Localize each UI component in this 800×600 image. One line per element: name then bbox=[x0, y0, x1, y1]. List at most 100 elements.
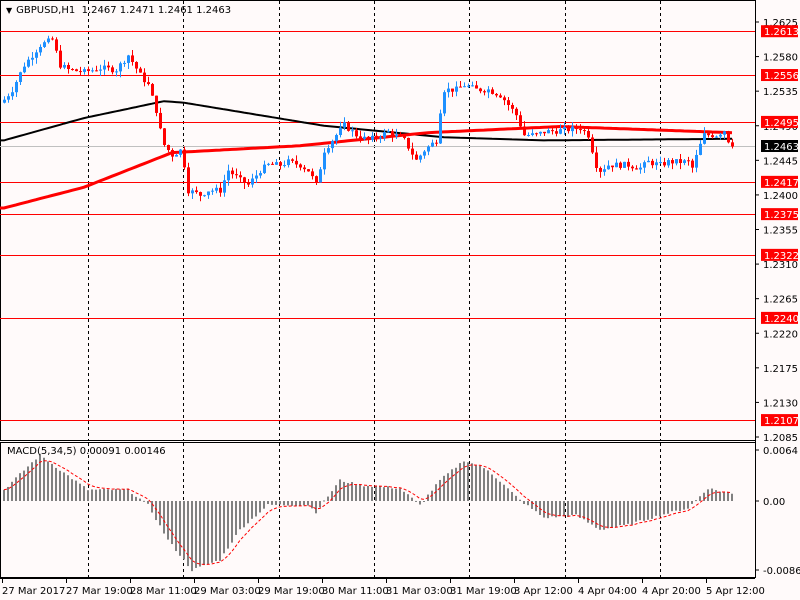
candle-bull bbox=[719, 134, 722, 137]
macd-histogram-bar bbox=[115, 488, 117, 501]
time-tick-label: 27 Mar 19:00 bbox=[66, 586, 133, 597]
symbol-label: GBPUSD,H1 bbox=[16, 5, 76, 16]
macd-histogram-bar bbox=[235, 501, 237, 535]
time-tick-label: 4 Apr 04:00 bbox=[578, 586, 637, 597]
price-tick-label: 1.2400 bbox=[763, 191, 798, 202]
ohlc-values: 1.2467 1.2471 1.2461 1.2463 bbox=[81, 5, 232, 16]
macd-histogram-bar bbox=[75, 480, 77, 501]
macd-histogram-bar bbox=[635, 501, 637, 522]
candle-bull bbox=[287, 159, 290, 166]
price-level-label: 1.2417 bbox=[764, 178, 799, 189]
candle-bear bbox=[79, 71, 82, 73]
macd-histogram-bar bbox=[439, 479, 441, 501]
candle-bear bbox=[635, 168, 638, 170]
candle-bear bbox=[171, 150, 174, 157]
macd-histogram-bar bbox=[515, 495, 517, 501]
macd-histogram-bar bbox=[559, 501, 561, 517]
macd-histogram-bar bbox=[223, 501, 225, 554]
candle-bear bbox=[491, 89, 494, 94]
macd-histogram-bar bbox=[163, 501, 165, 534]
macd-histogram-bar bbox=[131, 494, 133, 501]
macd-histogram-bar bbox=[503, 484, 505, 501]
macd-values: 0.00091 0.00146 bbox=[79, 446, 166, 457]
macd-histogram-bar bbox=[275, 501, 277, 505]
candle-bull bbox=[23, 66, 26, 73]
macd-histogram-bar bbox=[127, 488, 129, 501]
candle-bear bbox=[503, 97, 506, 101]
candle-bear bbox=[159, 112, 162, 129]
macd-histogram-bar bbox=[283, 501, 285, 506]
chart-canvas: 1.26251.25801.25351.24901.24451.24001.23… bbox=[0, 0, 800, 597]
macd-histogram-bar bbox=[699, 496, 701, 501]
macd-histogram-bar bbox=[107, 489, 109, 501]
price-tick-label: 1.2175 bbox=[763, 364, 798, 375]
macd-histogram-bar bbox=[719, 491, 721, 501]
candle-bull bbox=[47, 38, 50, 43]
macd-histogram-bar bbox=[391, 488, 393, 501]
candle-bear bbox=[307, 169, 310, 172]
candle-bear bbox=[107, 65, 110, 68]
candle-bull bbox=[379, 137, 382, 139]
macd-histogram-bar bbox=[207, 501, 209, 565]
macd-histogram-bar bbox=[579, 501, 581, 518]
candle-bull bbox=[227, 170, 230, 181]
macd-histogram-bar bbox=[647, 501, 649, 520]
candle-bear bbox=[403, 136, 406, 138]
candle-bull bbox=[119, 63, 122, 72]
macd-histogram-bar bbox=[411, 497, 413, 501]
triangle-down-icon[interactable]: ▼ bbox=[6, 6, 12, 15]
candle-bull bbox=[7, 96, 10, 100]
macd-histogram-bar bbox=[67, 475, 69, 501]
candle-bull bbox=[443, 92, 446, 114]
candle-bear bbox=[187, 167, 190, 194]
candle-bull bbox=[371, 135, 374, 140]
macd-histogram-bar bbox=[491, 474, 493, 501]
candle-bear bbox=[75, 69, 78, 72]
macd-histogram-bar bbox=[451, 469, 453, 501]
candle-bull bbox=[39, 46, 42, 53]
candle-bull bbox=[259, 173, 262, 176]
macd-histogram-bar bbox=[347, 483, 349, 501]
macd-histogram-bar bbox=[119, 489, 121, 501]
candle-bear bbox=[271, 163, 274, 165]
macd-histogram-bar bbox=[135, 496, 137, 501]
candle-bear bbox=[579, 129, 582, 131]
candle-bull bbox=[91, 70, 94, 72]
macd-histogram-bar bbox=[567, 501, 569, 517]
macd-histogram-bar bbox=[671, 501, 673, 512]
macd-histogram-bar bbox=[547, 501, 549, 519]
macd-histogram-bar bbox=[519, 499, 521, 501]
candle-bull bbox=[455, 86, 458, 92]
candle-bear bbox=[663, 162, 666, 166]
macd-histogram-bar bbox=[43, 457, 45, 501]
macd-tick-label: 0.00 bbox=[763, 497, 785, 508]
candle-bear bbox=[195, 190, 198, 193]
candle-bull bbox=[351, 130, 354, 132]
macd-histogram-bar bbox=[471, 463, 473, 501]
candle-bear bbox=[543, 131, 546, 134]
macd-histogram-bar bbox=[527, 501, 529, 506]
price-level-label: 1.2495 bbox=[764, 118, 799, 129]
candle-bull bbox=[103, 65, 106, 70]
time-tick-label: 28 Mar 11:00 bbox=[130, 586, 197, 597]
macd-histogram-bar bbox=[323, 500, 325, 502]
time-tick-label: 3 Apr 12:00 bbox=[514, 586, 573, 597]
macd-histogram-bar bbox=[171, 501, 173, 545]
candle-bear bbox=[199, 192, 202, 196]
macd-histogram-bar bbox=[563, 501, 565, 517]
candle-bull bbox=[431, 142, 434, 147]
candle-bull bbox=[123, 62, 126, 64]
price-tick-label: 1.2085 bbox=[763, 433, 798, 444]
macd-histogram-bar bbox=[139, 498, 141, 501]
macd-histogram-bar bbox=[215, 501, 217, 561]
candle-bull bbox=[263, 164, 266, 174]
chart-header: ▼ GBPUSD,H1 1.2467 1.2471 1.2461 1.2463 bbox=[6, 5, 231, 16]
macd-histogram-bar bbox=[575, 501, 577, 515]
macd-histogram-bar bbox=[243, 501, 245, 528]
macd-histogram-bar bbox=[27, 466, 29, 501]
candle-bull bbox=[127, 55, 130, 63]
macd-histogram-bar bbox=[7, 486, 9, 501]
macd-histogram-bar bbox=[187, 501, 189, 567]
candle-bear bbox=[355, 130, 358, 137]
candle-bear bbox=[407, 137, 410, 149]
